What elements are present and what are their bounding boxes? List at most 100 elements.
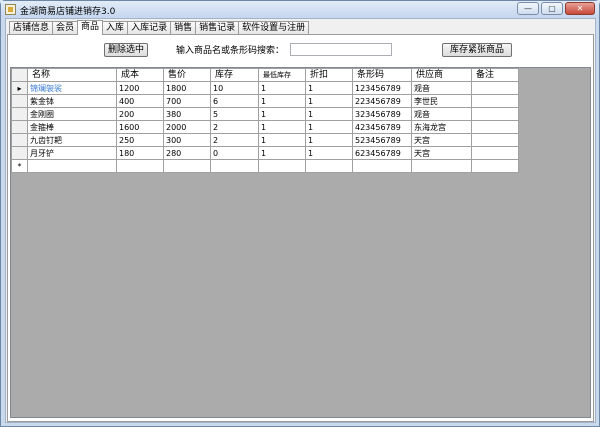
new-cell[interactable] bbox=[412, 160, 472, 173]
table-row[interactable]: 月牙铲 180 280 0 1 1 623456789 天宫 bbox=[12, 147, 519, 160]
new-cell[interactable] bbox=[259, 160, 306, 173]
row-header[interactable] bbox=[12, 95, 28, 108]
column-header-stock[interactable]: 库存 bbox=[211, 69, 259, 82]
cell-min-stock[interactable]: 1 bbox=[259, 134, 306, 147]
cell-price[interactable]: 280 bbox=[164, 147, 211, 160]
cell-discount[interactable]: 1 bbox=[306, 82, 353, 95]
cell-min-stock[interactable]: 1 bbox=[259, 82, 306, 95]
tab-members[interactable]: 会员 bbox=[52, 21, 78, 35]
cell-name[interactable]: 月牙铲 bbox=[28, 147, 117, 160]
cell-discount[interactable]: 1 bbox=[306, 108, 353, 121]
cell-stock[interactable]: 2 bbox=[211, 121, 259, 134]
column-header-min-stock[interactable]: 最低库存 bbox=[259, 69, 306, 82]
cell-name[interactable]: 金箍棒 bbox=[28, 121, 117, 134]
column-header-barcode[interactable]: 条形码 bbox=[353, 69, 412, 82]
cell-supplier[interactable]: 东海龙宫 bbox=[412, 121, 472, 134]
tab-settings-registration[interactable]: 软件设置与注册 bbox=[238, 21, 309, 35]
cell-name[interactable]: 紫金钵 bbox=[28, 95, 117, 108]
column-header-cost[interactable]: 成本 bbox=[117, 69, 164, 82]
cell-supplier[interactable]: 李世民 bbox=[412, 95, 472, 108]
cell-name[interactable]: 金刚圈 bbox=[28, 108, 117, 121]
new-row-marker[interactable]: * bbox=[12, 160, 28, 173]
cell-min-stock[interactable]: 1 bbox=[259, 121, 306, 134]
cell-discount[interactable]: 1 bbox=[306, 95, 353, 108]
close-button[interactable]: ✕ bbox=[565, 2, 595, 15]
column-header-price[interactable]: 售价 bbox=[164, 69, 211, 82]
cell-discount[interactable]: 1 bbox=[306, 121, 353, 134]
column-header-name[interactable]: 名称 bbox=[28, 69, 117, 82]
new-cell[interactable] bbox=[472, 160, 519, 173]
cell-supplier[interactable]: 天宫 bbox=[412, 147, 472, 160]
tab-store-info[interactable]: 店铺信息 bbox=[9, 21, 53, 35]
title-bar[interactable]: 金湖简易店铺进销存3.0 — ▢ ✕ bbox=[1, 1, 599, 18]
cell-cost[interactable]: 1200 bbox=[117, 82, 164, 95]
cell-price[interactable]: 700 bbox=[164, 95, 211, 108]
cell-price[interactable]: 2000 bbox=[164, 121, 211, 134]
row-header[interactable] bbox=[12, 121, 28, 134]
cell-notes[interactable] bbox=[472, 147, 519, 160]
cell-discount[interactable]: 1 bbox=[306, 134, 353, 147]
cell-notes[interactable] bbox=[472, 95, 519, 108]
new-cell[interactable] bbox=[211, 160, 259, 173]
current-row-marker[interactable]: ▸ bbox=[12, 82, 28, 95]
tab-sales-records[interactable]: 销售记录 bbox=[195, 21, 239, 35]
cell-stock[interactable]: 6 bbox=[211, 95, 259, 108]
tab-products[interactable]: 商品 bbox=[77, 20, 103, 35]
table-row[interactable]: ▸ 锦斓袈裟 1200 1800 10 1 1 123456789 观音 bbox=[12, 82, 519, 95]
cell-supplier[interactable]: 观音 bbox=[412, 108, 472, 121]
search-input[interactable] bbox=[290, 43, 392, 56]
cell-cost[interactable]: 250 bbox=[117, 134, 164, 147]
cell-name[interactable]: 九齿钉耙 bbox=[28, 134, 117, 147]
cell-barcode[interactable]: 223456789 bbox=[353, 95, 412, 108]
cell-stock[interactable]: 2 bbox=[211, 134, 259, 147]
cell-cost[interactable]: 400 bbox=[117, 95, 164, 108]
cell-barcode[interactable]: 523456789 bbox=[353, 134, 412, 147]
table-row[interactable]: 金刚圈 200 380 5 1 1 323456789 观音 bbox=[12, 108, 519, 121]
maximize-button[interactable]: ▢ bbox=[541, 2, 563, 15]
cell-min-stock[interactable]: 1 bbox=[259, 108, 306, 121]
cell-supplier[interactable]: 天宫 bbox=[412, 134, 472, 147]
cell-supplier[interactable]: 观音 bbox=[412, 82, 472, 95]
row-header[interactable] bbox=[12, 134, 28, 147]
table-row[interactable]: 金箍棒 1600 2000 2 1 1 423456789 东海龙宫 bbox=[12, 121, 519, 134]
minimize-button[interactable]: — bbox=[517, 2, 539, 15]
tab-stock-in[interactable]: 入库 bbox=[102, 21, 128, 35]
new-row[interactable]: * bbox=[12, 160, 519, 173]
cell-min-stock[interactable]: 1 bbox=[259, 147, 306, 160]
cell-barcode[interactable]: 623456789 bbox=[353, 147, 412, 160]
cell-notes[interactable] bbox=[472, 82, 519, 95]
cell-price[interactable]: 1800 bbox=[164, 82, 211, 95]
products-grid[interactable]: 名称 成本 售价 库存 最低库存 折扣 条形码 供应商 备注 bbox=[10, 67, 591, 418]
new-cell[interactable] bbox=[28, 160, 117, 173]
low-stock-button[interactable]: 库存紧张商品 bbox=[442, 43, 512, 57]
cell-cost[interactable]: 1600 bbox=[117, 121, 164, 134]
cell-notes[interactable] bbox=[472, 121, 519, 134]
cell-stock[interactable]: 5 bbox=[211, 108, 259, 121]
row-header[interactable] bbox=[12, 108, 28, 121]
tab-stock-in-records[interactable]: 入库记录 bbox=[127, 21, 171, 35]
cell-cost[interactable]: 180 bbox=[117, 147, 164, 160]
cell-cost[interactable]: 200 bbox=[117, 108, 164, 121]
column-header-notes[interactable]: 备注 bbox=[472, 69, 519, 82]
cell-price[interactable]: 300 bbox=[164, 134, 211, 147]
new-cell[interactable] bbox=[164, 160, 211, 173]
cell-barcode[interactable]: 423456789 bbox=[353, 121, 412, 134]
cell-price[interactable]: 380 bbox=[164, 108, 211, 121]
row-header[interactable] bbox=[12, 147, 28, 160]
delete-selected-button[interactable]: 删除选中 bbox=[104, 43, 148, 57]
cell-min-stock[interactable]: 1 bbox=[259, 95, 306, 108]
column-header-discount[interactable]: 折扣 bbox=[306, 69, 353, 82]
tab-sales[interactable]: 销售 bbox=[170, 21, 196, 35]
new-cell[interactable] bbox=[353, 160, 412, 173]
cell-stock[interactable]: 10 bbox=[211, 82, 259, 95]
cell-discount[interactable]: 1 bbox=[306, 147, 353, 160]
cell-barcode[interactable]: 123456789 bbox=[353, 82, 412, 95]
new-cell[interactable] bbox=[117, 160, 164, 173]
table-row[interactable]: 九齿钉耙 250 300 2 1 1 523456789 天宫 bbox=[12, 134, 519, 147]
cell-name[interactable]: 锦斓袈裟 bbox=[28, 82, 117, 95]
table-row[interactable]: 紫金钵 400 700 6 1 1 223456789 李世民 bbox=[12, 95, 519, 108]
cell-notes[interactable] bbox=[472, 134, 519, 147]
cell-notes[interactable] bbox=[472, 108, 519, 121]
cell-stock[interactable]: 0 bbox=[211, 147, 259, 160]
new-cell[interactable] bbox=[306, 160, 353, 173]
